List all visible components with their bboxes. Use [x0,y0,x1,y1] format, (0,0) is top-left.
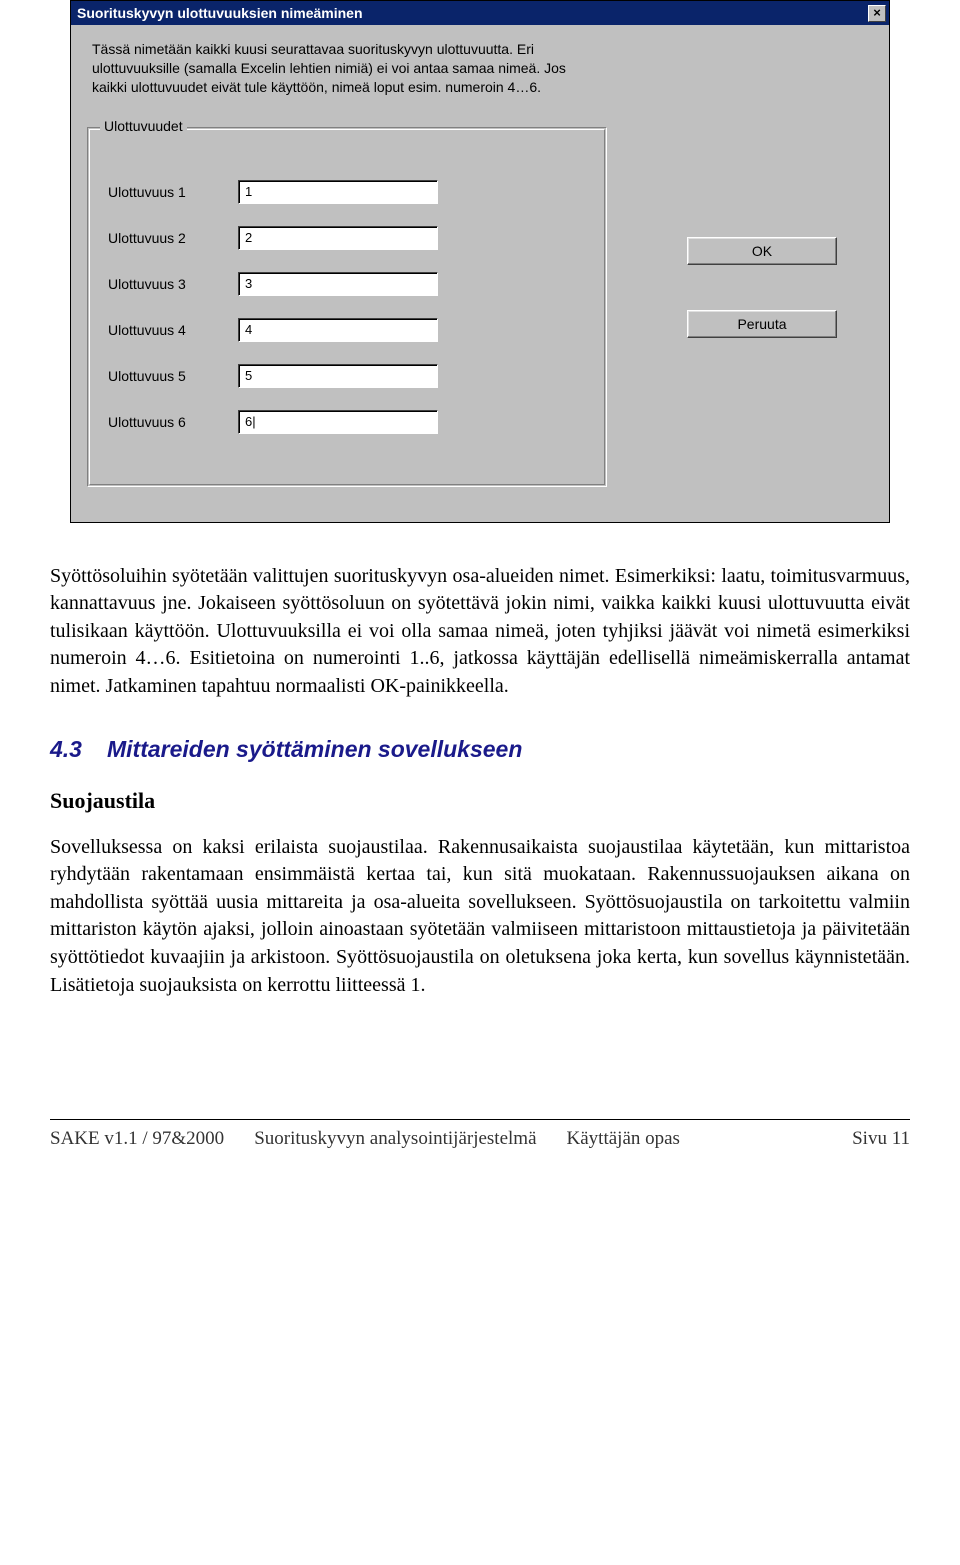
ulottuvuus-2-input[interactable] [238,226,438,250]
section-heading: 4.3 Mittareiden syöttäminen sovellukseen [50,736,910,763]
titlebar: Suorituskyvyn ulottuvuuksien nimeäminen … [71,1,889,25]
field-label-5: Ulottuvuus 5 [108,368,238,384]
ok-button[interactable]: OK [687,237,837,265]
ulottuvuus-3-input[interactable] [238,272,438,296]
footer-version: SAKE v1.1 / 97&2000 [50,1128,224,1150]
page-footer: SAKE v1.1 / 97&2000 Suorituskyvyn analys… [50,1119,910,1150]
footer-guide: Käyttäjän opas [567,1128,680,1150]
dialog-description: Tässä nimetään kaikki kuusi seurattavaa … [92,40,572,97]
dialog-title: Suorituskyvyn ulottuvuuksien nimeäminen [77,5,363,21]
field-label-1: Ulottuvuus 1 [108,184,238,200]
footer-page: Sivu 11 [852,1128,910,1150]
ulottuvuus-4-input[interactable] [238,318,438,342]
ulottuvuus-5-input[interactable] [238,364,438,388]
ulottuvuus-1-input[interactable] [238,180,438,204]
field-row: Ulottuvuus 6 [108,410,586,434]
cancel-button[interactable]: Peruuta [687,310,837,338]
field-label-3: Ulottuvuus 3 [108,276,238,292]
group-label: Ulottuvuudet [100,118,187,134]
paragraph-1: Syöttösoluihin syötetään valittujen suor… [50,563,910,701]
footer-system: Suorituskyvyn analysointijärjestelmä [254,1128,536,1150]
dialog-window: Suorituskyvyn ulottuvuuksien nimeäminen … [70,0,890,523]
field-row: Ulottuvuus 2 [108,226,586,250]
field-row: Ulottuvuus 5 [108,364,586,388]
field-label-4: Ulottuvuus 4 [108,322,238,338]
field-row: Ulottuvuus 3 [108,272,586,296]
field-label-2: Ulottuvuus 2 [108,230,238,246]
field-row: Ulottuvuus 4 [108,318,586,342]
heading-text: Mittareiden syöttäminen sovellukseen [107,736,522,763]
paragraph-2: Sovelluksessa on kaksi erilaista suojaus… [50,834,910,1000]
heading-number: 4.3 [50,736,82,763]
field-label-6: Ulottuvuus 6 [108,414,238,430]
ulottuvuus-6-input[interactable] [238,410,438,434]
field-row: Ulottuvuus 1 [108,180,586,204]
close-icon[interactable]: × [868,5,886,22]
group-ulottuvuudet: Ulottuvuudet Ulottuvuus 1 Ulottuvuus 2 U… [87,127,607,487]
subheading: Suojaustila [50,788,910,814]
